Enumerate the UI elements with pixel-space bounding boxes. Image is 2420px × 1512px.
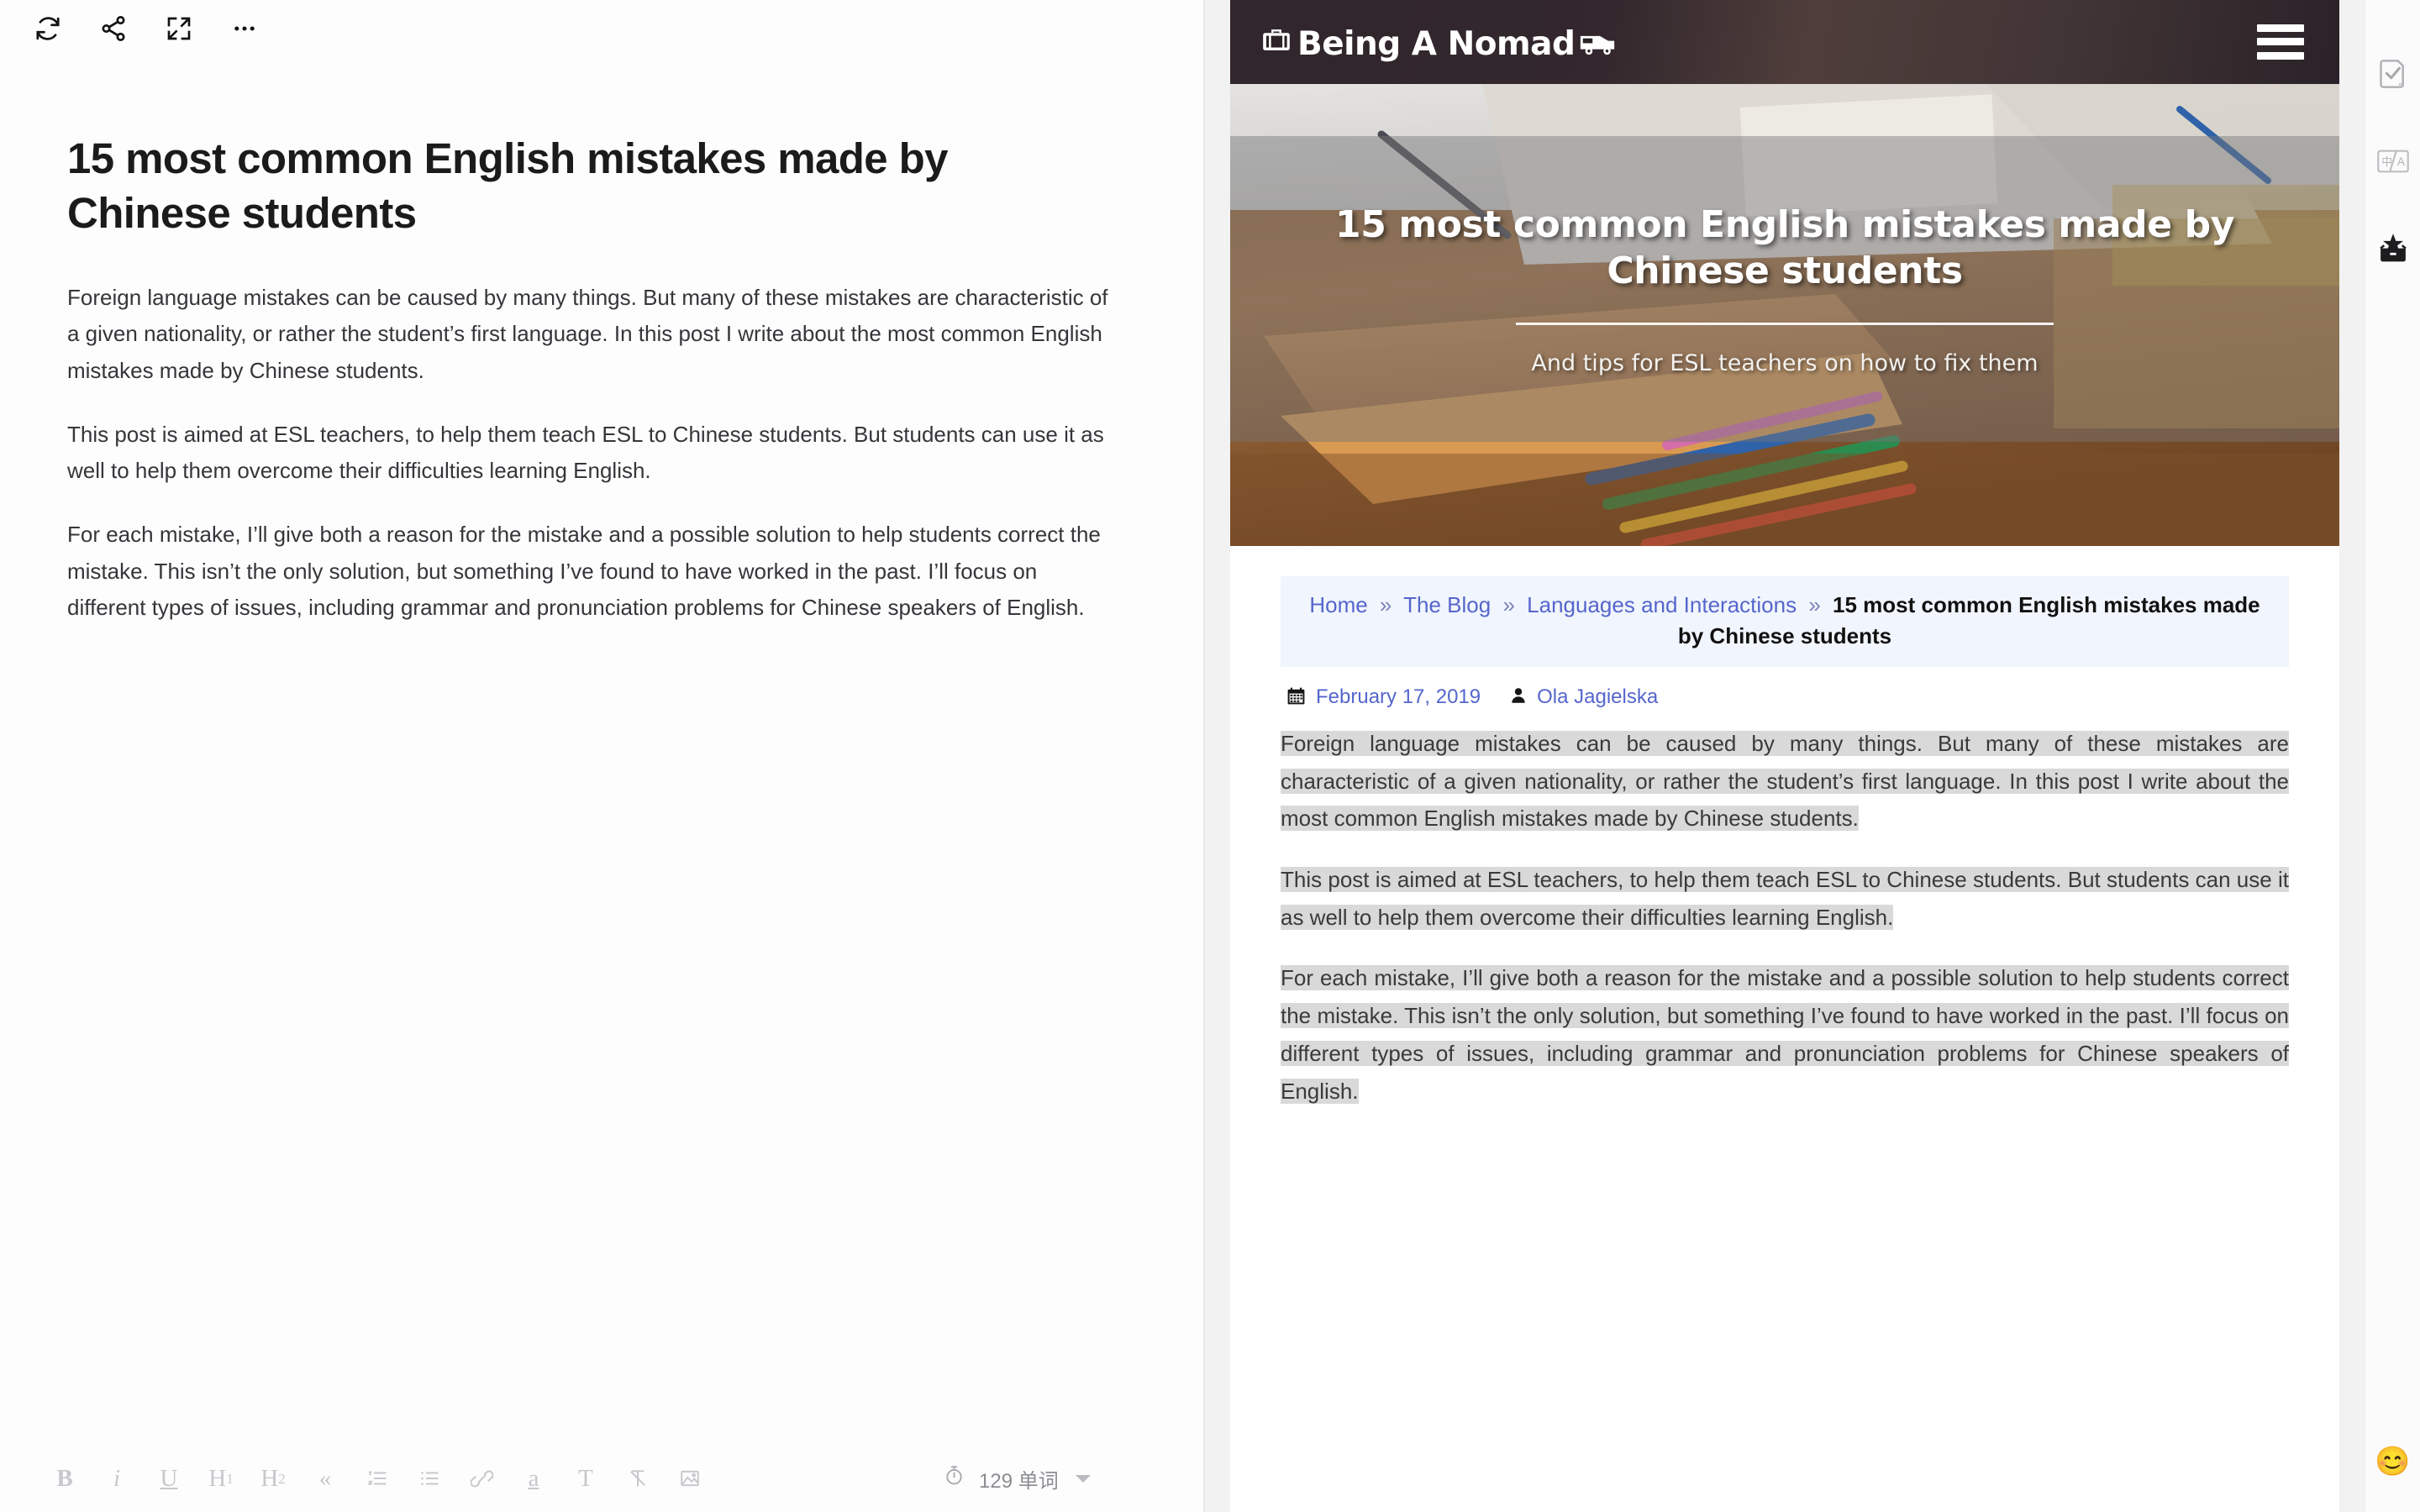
highlight-button[interactable]: a: [508, 1452, 560, 1504]
blockquote-button[interactable]: «: [299, 1452, 351, 1504]
underline-button[interactable]: U: [143, 1452, 195, 1504]
heading-1-label: H: [208, 1464, 227, 1492]
bullet-list-button[interactable]: [403, 1452, 455, 1504]
site-header: Being A Nomad: [1230, 0, 2339, 84]
translate-icon[interactable]: 中 A: [2371, 139, 2415, 183]
ordered-list-button[interactable]: [351, 1452, 403, 1504]
format-button-group: B i U H1 H2 « a T: [39, 1452, 716, 1504]
document-check-icon[interactable]: [2371, 52, 2415, 96]
fullscreen-icon[interactable]: [146, 3, 212, 55]
site-logo[interactable]: Being A Nomad: [1259, 24, 1617, 60]
hamburger-bar: [2257, 38, 2304, 45]
breadcrumb: Home » The Blog » Languages and Interact…: [1281, 576, 2289, 667]
editor-format-toolbar: B i U H1 H2 « a T 129 单词: [0, 1445, 1203, 1512]
word-count-label: 129 单词: [979, 1469, 1059, 1493]
post-meta: February 17, 2019 Ola Jagielska: [1281, 667, 2289, 725]
menu-toggle-button[interactable]: [2257, 24, 2304, 60]
link-button[interactable]: [455, 1452, 508, 1504]
document-paragraph[interactable]: This post is aimed at ESL teachers, to h…: [67, 417, 1118, 490]
heading-1-sub: 1: [226, 1470, 234, 1487]
breadcrumb-item-category[interactable]: Languages and Interactions: [1527, 592, 1797, 617]
refresh-icon[interactable]: [15, 3, 81, 55]
more-options-icon[interactable]: [212, 3, 277, 55]
hamburger-bar: [2257, 52, 2304, 60]
breadcrumb-separator: »: [1379, 592, 1392, 617]
chevron-down-icon[interactable]: [1075, 1474, 1091, 1483]
highlighted-text: Foreign language mistakes can be caused …: [1281, 730, 2289, 832]
editor-top-toolbar: [0, 0, 1203, 57]
breadcrumb-separator: »: [1808, 592, 1821, 617]
share-icon[interactable]: [81, 3, 146, 55]
editor-pane: 15 most common English mistakes made by …: [0, 0, 1205, 1512]
camper-van-icon: [1578, 28, 1617, 60]
text-style-button[interactable]: T: [560, 1452, 612, 1504]
post-date-label: February 17, 2019: [1316, 685, 1481, 709]
document-paragraph[interactable]: Foreign language mistakes can be caused …: [67, 280, 1118, 390]
hamburger-bar: [2257, 24, 2304, 32]
app-root: 15 most common English mistakes made by …: [0, 0, 2420, 1512]
breadcrumb-item-home[interactable]: Home: [1309, 592, 1367, 617]
hero-subtitle: And tips for ESL teachers on how to fix …: [1531, 350, 2039, 377]
hero-divider: [1516, 323, 2054, 326]
timer-icon: [943, 1464, 965, 1493]
preview-paragraph: This post is aimed at ESL teachers, to h…: [1281, 861, 2289, 936]
website-frame: Being A Nomad 15 most common English mis…: [1230, 0, 2339, 1512]
highlighted-text: For each mistake, I’ll give both a reaso…: [1281, 965, 2289, 1104]
post-author[interactable]: Ola Jagielska: [1509, 685, 1658, 709]
hero-banner: 15 most common English mistakes made by …: [1230, 84, 2339, 546]
preview-paragraph: Foreign language mistakes can be caused …: [1281, 725, 2289, 837]
heading-2-button[interactable]: H2: [247, 1452, 299, 1504]
calendar-icon: [1286, 685, 1307, 710]
bold-button[interactable]: B: [39, 1452, 91, 1504]
hero-content: 15 most common English mistakes made by …: [1230, 136, 2339, 442]
preview-paragraph: For each mistake, I’ll give both a reaso…: [1281, 959, 2289, 1110]
emoji-icon[interactable]: 😊: [2375, 1445, 2410, 1478]
breadcrumb-separator: »: [1502, 592, 1515, 617]
article-body: Home » The Blog » Languages and Interact…: [1230, 546, 2339, 1110]
user-icon: [1509, 685, 1528, 709]
toolbox-icon[interactable]: [2371, 227, 2415, 270]
heading-1-button[interactable]: H1: [195, 1452, 247, 1504]
right-rail: 中 A 😊: [2365, 0, 2420, 1512]
insert-image-button[interactable]: [664, 1452, 716, 1504]
svg-text:中: 中: [2381, 156, 2392, 169]
post-author-label: Ola Jagielska: [1537, 685, 1659, 709]
heading-2-label: H: [260, 1464, 279, 1492]
word-count-control[interactable]: 129 单词: [943, 1464, 1091, 1494]
suitcase-icon: [1259, 24, 1294, 60]
heading-2-sub: 2: [278, 1470, 286, 1487]
italic-button[interactable]: i: [91, 1452, 143, 1504]
svg-text:A: A: [2396, 155, 2405, 168]
post-date[interactable]: February 17, 2019: [1286, 685, 1481, 710]
breadcrumb-item-blog[interactable]: The Blog: [1403, 592, 1491, 617]
hero-title: 15 most common English mistakes made by …: [1335, 202, 2234, 292]
highlighted-text: This post is aimed at ESL teachers, to h…: [1281, 866, 2289, 930]
clear-format-button[interactable]: [612, 1452, 664, 1504]
site-logo-text: Being A Nomad: [1297, 24, 1576, 63]
document-paragraph[interactable]: For each mistake, I’ll give both a reaso…: [67, 517, 1118, 627]
editor-document-area[interactable]: 15 most common English mistakes made by …: [0, 57, 1203, 1445]
preview-pane: Being A Nomad 15 most common English mis…: [1205, 0, 2365, 1512]
document-title[interactable]: 15 most common English mistakes made by …: [67, 131, 1101, 241]
